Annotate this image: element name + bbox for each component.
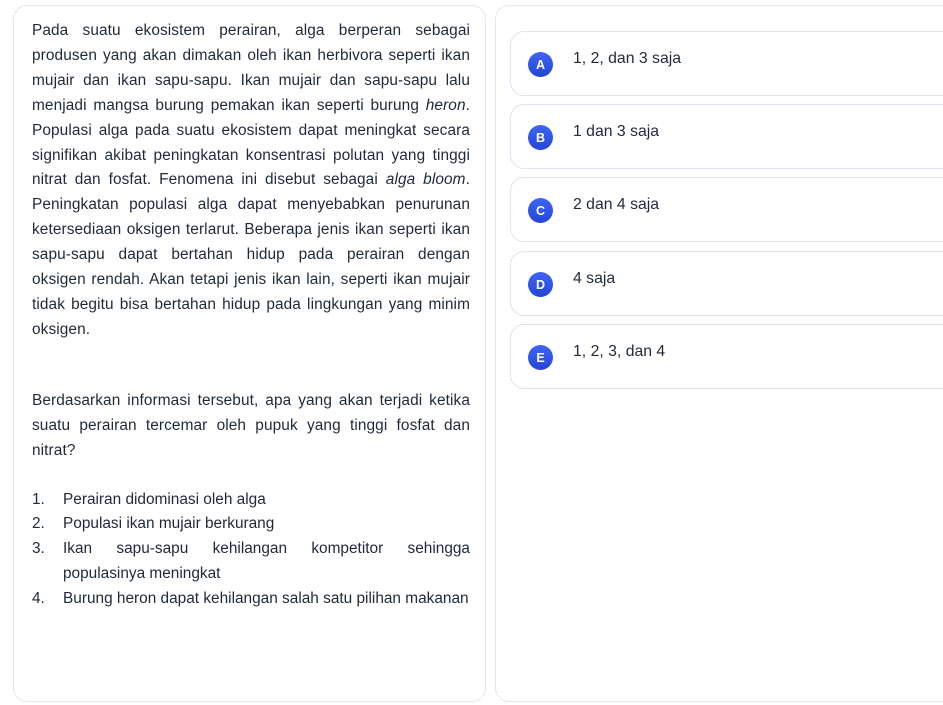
option-e[interactable]: E 1, 2, 3, dan 4 [510,324,943,389]
statement-number: 1. [32,490,45,508]
heron-term: heron [425,96,466,114]
statement-text: Burung heron dapat kehilangan salah satu… [63,590,469,608]
option-text: 1, 2, 3, dan 4 [573,343,666,360]
option-text: 4 saja [573,270,616,287]
statement-number: 4. [32,590,45,608]
paragraph-text: . Peningkatan populasi alga dapat menyeb… [32,171,470,338]
option-text: 1, 2, dan 3 saja [573,50,682,67]
option-b[interactable]: B 1 dan 3 saja [510,104,943,169]
paragraph-text: Pada suatu ekosistem perairan, alga berp… [32,22,470,114]
option-letter-badge: A [528,52,553,77]
alga-bloom-term: alga bloom [385,171,466,189]
option-letter-badge: E [528,345,553,370]
statement-item: 4. Burung heron dapat kehilangan salah s… [32,587,470,612]
question-prompt: Berdasarkan informasi tersebut, apa yang… [32,391,470,459]
statement-text: Ikan sapu-sapu kehilangan kompetitor seh… [63,540,470,583]
statement-item: 2. Populasi ikan mujair berkurang [32,512,470,537]
option-text: 2 dan 4 saja [573,196,660,213]
option-letter-badge: B [528,125,553,150]
question-paragraph: Pada suatu ekosistem perairan, alga berp… [32,19,470,343]
statement-number: 3. [32,540,45,558]
statement-list: 1. Perairan didominasi oleh alga 2. Popu… [32,488,470,613]
question-card: Pada suatu ekosistem perairan, alga berp… [13,5,486,702]
option-d[interactable]: D 4 saja [510,251,943,316]
statement-text: Perairan didominasi oleh alga [63,490,266,508]
option-letter-badge: C [528,198,553,223]
statement-text: Populasi ikan mujair berkurang [63,515,275,533]
question-body: Pada suatu ekosistem perairan, alga berp… [32,19,470,612]
option-a[interactable]: A 1, 2, dan 3 saja [510,31,943,96]
statement-item: 1. Perairan didominasi oleh alga [32,488,470,513]
option-text: 1 dan 3 saja [573,123,660,140]
statement-number: 2. [32,515,45,533]
option-c[interactable]: C 2 dan 4 saja [510,177,943,242]
option-letter-badge: D [528,272,553,297]
statement-item: 3. Ikan sapu-sapu kehilangan kompetitor … [32,537,470,587]
